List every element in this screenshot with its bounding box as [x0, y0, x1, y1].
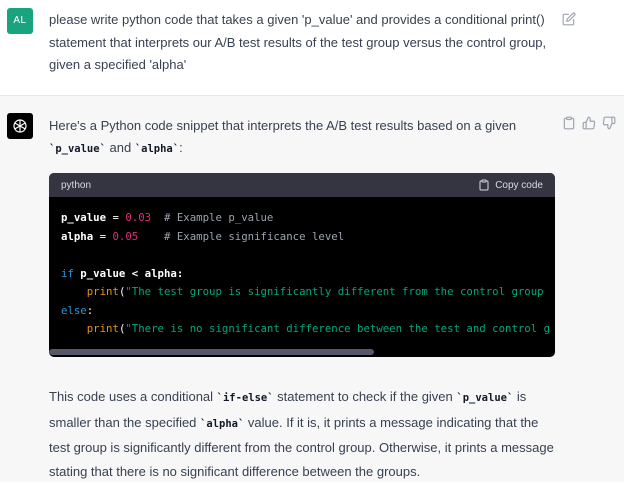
copy-code-button[interactable]: Copy code: [478, 179, 543, 191]
inline-code-p-value: `p_value`: [49, 143, 106, 155]
inline-code-if-else: `if-else`: [216, 392, 274, 404]
edit-icon[interactable]: [562, 12, 576, 26]
user-message-text: please write python code that takes a gi…: [49, 12, 547, 72]
inline-code-p-value: `p_value`: [456, 392, 514, 404]
assistant-intro-text: Here's a Python code snippet that interp…: [49, 118, 517, 155]
clipboard-icon: [479, 179, 489, 191]
openai-logo-icon: [13, 119, 27, 133]
message-actions: [562, 116, 616, 130]
code-language-label: python: [61, 179, 92, 191]
code-block-header: python Copy code: [49, 173, 555, 197]
horizontal-scrollbar[interactable]: [49, 349, 374, 355]
thumbs-down-icon[interactable]: [602, 116, 616, 130]
assistant-message-row: Here's a Python code snippet that interp…: [0, 96, 624, 482]
assistant-avatar: [7, 113, 33, 139]
code-content: p_value = 0.03 # Example p_value alpha =…: [61, 211, 551, 335]
thumbs-up-icon[interactable]: [582, 116, 596, 130]
user-avatar: AL: [7, 8, 33, 34]
user-message-row: AL please write python code that takes a…: [0, 0, 624, 96]
copy-code-label: Copy code: [495, 179, 543, 191]
inline-code-alpha: `alpha`: [134, 143, 180, 155]
assistant-summary-text: This code uses a conditional `if-else` s…: [49, 389, 554, 479]
inline-code-alpha: `alpha`: [200, 417, 245, 430]
code-block: python Copy code p_value = 0.03 # Exampl…: [49, 173, 555, 357]
clipboard-icon[interactable]: [562, 116, 576, 130]
